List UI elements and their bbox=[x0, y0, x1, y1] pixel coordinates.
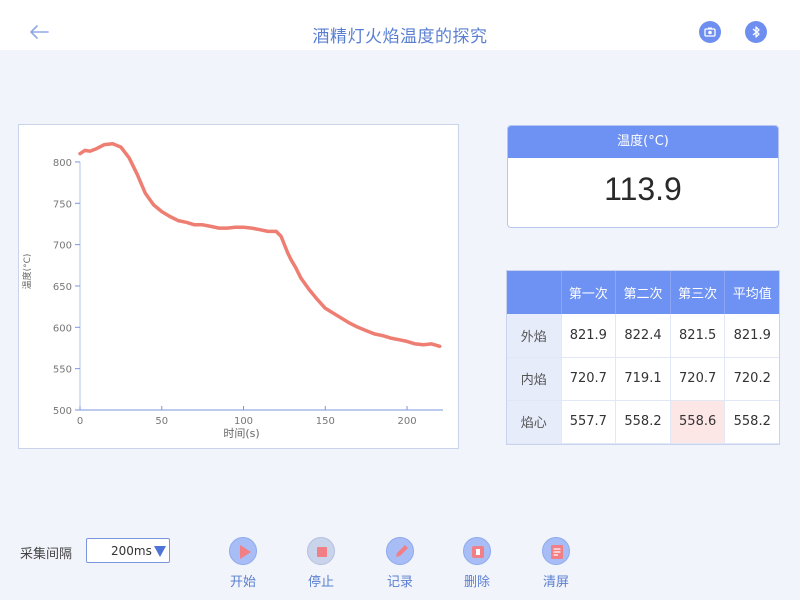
table-cell-selected[interactable]: 558.6 bbox=[670, 400, 726, 445]
delete-icon bbox=[472, 546, 484, 558]
clear-button-label: 清屏 bbox=[542, 575, 569, 590]
temperature-label: 温度(°C) bbox=[508, 126, 778, 158]
interval-select[interactable]: 200ms bbox=[86, 538, 170, 563]
column-header: 平均值 bbox=[724, 271, 779, 314]
table-header-row: 第一次 第二次 第三次 平均值 bbox=[507, 271, 779, 314]
bluetooth-icon bbox=[752, 26, 760, 38]
start-button-label: 开始 bbox=[229, 575, 256, 590]
camera-button[interactable] bbox=[699, 21, 721, 43]
start-button[interactable]: 开始 bbox=[213, 537, 273, 591]
table-row: 焰心 557.7 558.2 558.6 558.2 bbox=[507, 400, 779, 445]
series-line bbox=[78, 141, 442, 349]
x-tick-label: 200 bbox=[397, 416, 416, 427]
table-cell[interactable]: 558.2 bbox=[615, 400, 671, 445]
y-tick-label: 600 bbox=[53, 323, 72, 334]
pencil-icon bbox=[396, 545, 408, 557]
x-tick-label: 50 bbox=[155, 416, 168, 427]
stop-button-label: 停止 bbox=[307, 575, 334, 590]
record-button[interactable]: 记录 bbox=[370, 537, 430, 591]
stop-button[interactable]: 停止 bbox=[291, 537, 351, 591]
table-cell[interactable]: 720.7 bbox=[670, 357, 726, 401]
flame-stats-table: 第一次 第二次 第三次 平均值 外焰 821.9 822.4 821.5 821… bbox=[507, 271, 779, 445]
table-cell: 720.2 bbox=[724, 357, 779, 401]
temperature-value: 113.9 bbox=[604, 171, 682, 207]
delete-button[interactable]: 删除 bbox=[447, 537, 507, 591]
temperature-chart-svg: 500 550 600 650 700 750 800 0 50 100 150 200 时间(s)… bbox=[21, 141, 443, 440]
row-label: 外焰 bbox=[507, 314, 562, 358]
table-cell[interactable]: 821.5 bbox=[670, 314, 726, 358]
stop-icon bbox=[317, 547, 327, 557]
x-tick-label: 0 bbox=[77, 416, 83, 427]
table-cell: 821.9 bbox=[724, 314, 779, 358]
interval-value: 200ms bbox=[111, 544, 152, 558]
table-cell[interactable]: 719.1 bbox=[615, 357, 671, 401]
clear-button[interactable]: 清屏 bbox=[526, 537, 586, 591]
table-row: 内焰 720.7 719.1 720.7 720.2 bbox=[507, 357, 779, 401]
table-cell[interactable]: 720.7 bbox=[561, 357, 617, 401]
bluetooth-button[interactable] bbox=[745, 21, 767, 43]
play-icon bbox=[240, 545, 251, 559]
column-header bbox=[507, 271, 562, 314]
x-axis-label: 时间(s) bbox=[223, 427, 259, 440]
record-button-label: 记录 bbox=[386, 575, 413, 590]
row-label: 焰心 bbox=[507, 400, 562, 445]
page-title: 酒精灯火焰温度的探究 bbox=[312, 27, 488, 47]
y-tick-label: 550 bbox=[53, 365, 72, 376]
temperature-chart: 500 550 600 650 700 750 800 0 50 100 150 200 时间(s)… bbox=[18, 124, 459, 449]
table-cell[interactable]: 822.4 bbox=[615, 314, 671, 358]
table-cell[interactable]: 557.7 bbox=[561, 400, 617, 445]
y-tick-label: 700 bbox=[53, 241, 72, 252]
delete-button-label: 删除 bbox=[463, 575, 490, 590]
camera-icon bbox=[704, 27, 716, 37]
y-tick-label: 650 bbox=[53, 282, 72, 293]
x-tick-label: 100 bbox=[234, 416, 253, 427]
y-tick-label: 750 bbox=[53, 199, 72, 210]
column-header: 第三次 bbox=[670, 271, 726, 314]
app-header: 酒精灯火焰温度的探究 bbox=[0, 0, 800, 50]
row-label: 内焰 bbox=[507, 357, 562, 401]
y-axis-label: 温度(°C) bbox=[21, 254, 33, 290]
x-tick-label: 150 bbox=[316, 416, 335, 427]
interval-label: 采集间隔 bbox=[20, 547, 73, 562]
column-header: 第二次 bbox=[615, 271, 671, 314]
temperature-readout: 温度(°C) 113.9 bbox=[507, 125, 779, 228]
y-tick-label: 500 bbox=[53, 406, 72, 417]
clear-screen-icon bbox=[551, 545, 563, 559]
y-tick-label: 800 bbox=[53, 158, 72, 169]
table-cell[interactable]: 821.9 bbox=[561, 314, 617, 358]
column-header: 第一次 bbox=[561, 271, 617, 314]
table-cell: 558.2 bbox=[724, 400, 779, 445]
dropdown-arrow-icon bbox=[154, 546, 166, 557]
table-row: 外焰 821.9 822.4 821.5 821.9 bbox=[507, 314, 779, 358]
